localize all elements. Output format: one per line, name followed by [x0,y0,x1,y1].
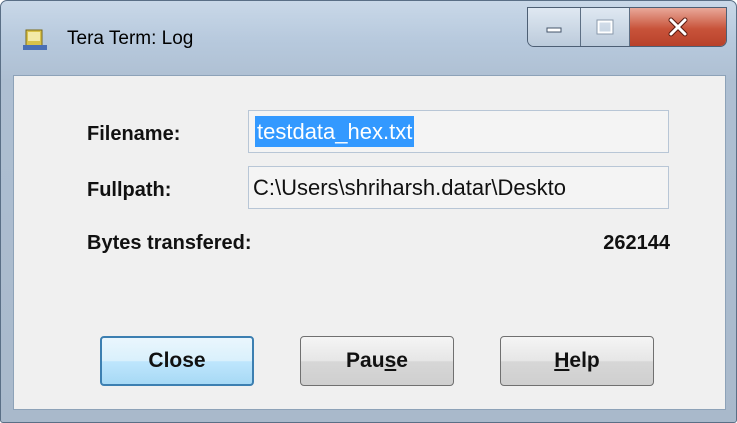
close-window-button[interactable] [630,8,726,46]
help-button-label: Help [554,349,600,372]
close-button[interactable]: Close [100,336,254,386]
bytes-transferred-value: 262144 [603,232,670,254]
close-icon [668,17,688,37]
filename-label: Filename: [87,123,181,145]
help-button[interactable]: Help [500,336,654,386]
pause-button-label: Pause [346,349,408,372]
dialog-body: Filename: testdata_hex.txt Fullpath: C:\… [13,75,726,410]
fullpath-value: C:\Users\shriharsh.datar\Deskto [253,175,566,200]
pause-button[interactable]: Pause [300,336,454,386]
window-title: Tera Term: Log [67,28,194,49]
maximize-icon [596,19,614,35]
title-bar[interactable]: Tera Term: Log [1,1,736,73]
bytes-transferred-label: Bytes transfered: [87,232,252,254]
filename-value: testdata_hex.txt [255,116,415,147]
filename-field[interactable]: testdata_hex.txt [248,110,669,153]
fullpath-label: Fullpath: [87,179,172,201]
app-icon[interactable] [23,27,47,51]
fullpath-field[interactable]: C:\Users\shriharsh.datar\Deskto [248,166,669,209]
minimize-button[interactable] [528,8,581,46]
window-controls [527,7,727,47]
maximize-button[interactable] [581,8,630,46]
close-button-label: Close [148,349,206,372]
dialog-window: Tera Term: Log Filename: testdata_hex.tx… [0,0,737,423]
minimize-icon [546,27,562,33]
